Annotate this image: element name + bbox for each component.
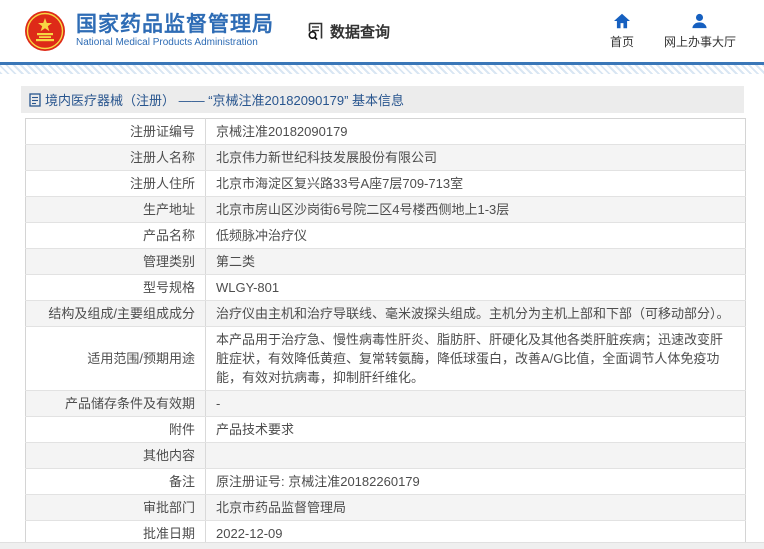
table-row: 注册人名称 北京伟力新世纪科技发展股份有限公司 <box>25 144 746 171</box>
brand-logo[interactable]: 国家药品监督管理局 National Medical Products Admi… <box>24 10 274 52</box>
table-row: 产品储存条件及有效期 - <box>25 390 746 417</box>
footer-strip <box>0 542 764 549</box>
home-icon <box>613 13 630 28</box>
row-label: 审批部门 <box>25 494 206 521</box>
document-search-icon <box>308 22 323 41</box>
nav-home-label: 首页 <box>609 34 634 49</box>
row-label: 备注 <box>25 468 206 495</box>
site-title: 国家药品监督管理局 <box>76 13 274 36</box>
row-value: 低频脉冲治疗仪 <box>205 222 746 249</box>
table-row: 附件 产品技术要求 <box>25 416 746 443</box>
document-icon <box>29 92 41 107</box>
nav-service-hall[interactable]: 网上办事大厅 <box>664 13 736 50</box>
breadcrumb: 境内医疗器械（注册） —— “京械注准20182090179” 基本信息 <box>21 86 744 113</box>
row-value: 北京市药品监督管理局 <box>205 494 746 521</box>
row-label: 产品名称 <box>25 222 206 249</box>
table-row: 生产地址 北京市房山区沙岗街6号院二区4号楼西侧地上1-3层 <box>25 196 746 223</box>
breadcrumb-text: 境内医疗器械（注册） —— “京械注准20182090179” 基本信息 <box>45 93 405 108</box>
row-label: 附件 <box>25 416 206 443</box>
row-value: 产品技术要求 <box>205 416 746 443</box>
top-nav: 首页 网上办事大厅 <box>610 13 744 50</box>
nav-service-hall-label: 网上办事大厅 <box>663 34 736 49</box>
table-row: 产品名称 低频脉冲治疗仪 <box>25 222 746 249</box>
row-label: 注册证编号 <box>25 118 206 145</box>
row-label: 产品储存条件及有效期 <box>25 390 206 417</box>
table-row: 注册人住所 北京市海淀区复兴路33号A座7层709-713室 <box>25 170 746 197</box>
table-row: 型号规格 WLGY-801 <box>25 274 746 301</box>
table-row: 结构及组成/主要组成成分 治疗仪由主机和治疗导联线、毫米波探头组成。主机分为主机上… <box>25 300 746 327</box>
row-label: 结构及组成/主要组成成分 <box>25 300 206 327</box>
row-value: 治疗仪由主机和治疗导联线、毫米波探头组成。主机分为主机上部和下部（可移动部分）。 <box>205 300 746 327</box>
row-value: 北京市海淀区复兴路33号A座7层709-713室 <box>205 170 746 197</box>
registration-info-table: 注册证编号 京械注准20182090179 注册人名称 北京伟力新世纪科技发展股份有限… <box>25 118 746 549</box>
table-row: 审批部门 北京市药品监督管理局 <box>25 494 746 521</box>
table-row: 管理类别 第二类 <box>25 248 746 275</box>
row-label: 注册人住所 <box>25 170 206 197</box>
hatch-pattern-band <box>0 65 764 74</box>
row-value: 第二类 <box>205 248 746 275</box>
row-label: 适用范围/预期用途 <box>25 326 206 391</box>
row-label: 注册人名称 <box>25 144 206 171</box>
row-value: 本产品用于治疗急、慢性病毒性肝炎、脂肪肝、肝硬化及其他各类肝脏疾病；迅速改变肝脏… <box>205 326 746 391</box>
registration-info-table-wrap: 注册证编号 京械注准20182090179 注册人名称 北京伟力新世纪科技发展股份有限… <box>25 118 746 549</box>
row-label: 管理类别 <box>25 248 206 275</box>
row-value: - <box>205 390 746 417</box>
table-row: 注册证编号 京械注准20182090179 <box>25 118 746 145</box>
data-query-button[interactable]: 数据查询 <box>306 21 390 42</box>
table-row: 其他内容 <box>25 442 746 469</box>
row-value: 京械注准20182090179 <box>205 118 746 145</box>
user-icon <box>692 13 708 28</box>
row-value: 北京市房山区沙岗街6号院二区4号楼西侧地上1-3层 <box>205 196 746 223</box>
row-value: 原注册证号: 京械注准20182260179 <box>205 468 746 495</box>
row-value: 北京伟力新世纪科技发展股份有限公司 <box>205 144 746 171</box>
row-label: 生产地址 <box>25 196 206 223</box>
site-subtitle: National Medical Products Administration <box>76 37 258 48</box>
table-row: 备注 原注册证号: 京械注准20182260179 <box>25 468 746 495</box>
nav-home[interactable]: 首页 <box>610 13 634 50</box>
row-label: 其他内容 <box>25 442 206 469</box>
row-value: WLGY-801 <box>205 274 746 301</box>
data-query-label: 数据查询 <box>330 23 391 41</box>
row-label: 型号规格 <box>25 274 206 301</box>
national-emblem-icon <box>25 11 65 51</box>
table-row: 适用范围/预期用途 本产品用于治疗急、慢性病毒性肝炎、脂肪肝、肝硬化及其他各类肝脏… <box>25 326 746 391</box>
row-value <box>205 442 746 469</box>
header: 国家药品监督管理局 National Medical Products Admi… <box>0 0 764 62</box>
